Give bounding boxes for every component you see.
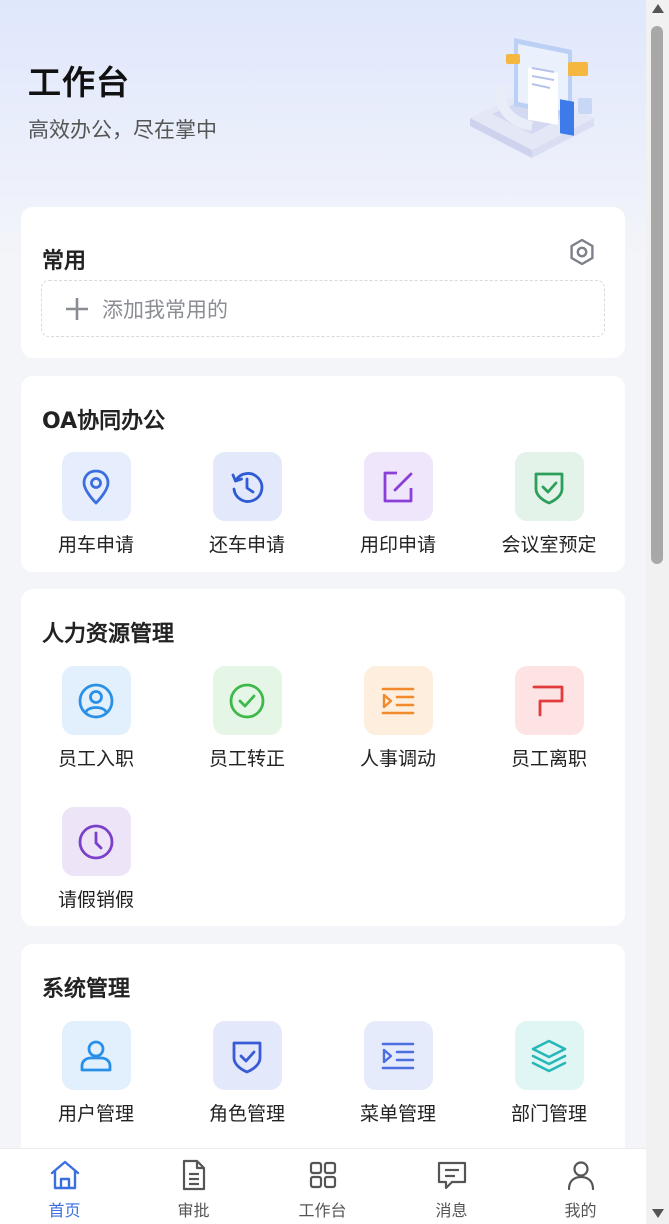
header: 工作台 高效办公，尽在掌中	[0, 0, 646, 200]
system-section-card: 系统管理 用户管理 角色管理 菜单管理 部门管理	[21, 944, 625, 1164]
tab-messages[interactable]: 消息	[387, 1149, 516, 1224]
app-item-regularization[interactable]: 员工转正	[172, 666, 322, 771]
app-tile	[363, 452, 433, 521]
tab-approval[interactable]: 审批	[129, 1149, 258, 1224]
edit-icon	[383, 471, 413, 502]
scrollbar[interactable]	[646, 0, 669, 1224]
scroll-down-arrow-icon[interactable]	[652, 1209, 664, 1218]
tab-label: 消息	[435, 1201, 468, 1220]
indent-icon	[381, 687, 415, 714]
app-label: 会议室预定	[501, 534, 597, 556]
plus-icon	[66, 297, 88, 320]
tab-label: 审批	[177, 1201, 210, 1220]
app-tile	[61, 1021, 131, 1090]
shield-check-icon	[534, 472, 564, 504]
app-label: 部门管理	[510, 1103, 587, 1125]
scrollbar-thumb[interactable]	[651, 26, 663, 564]
app-item-leave[interactable]: 请假销假	[21, 807, 171, 912]
user-circle-icon	[78, 683, 114, 718]
home-icon	[50, 1160, 79, 1190]
app-label: 请假销假	[57, 889, 134, 911]
section-title: OA协同办公	[42, 409, 166, 434]
person-icon	[567, 1161, 594, 1191]
app-item-meeting-room[interactable]: 会议室预定	[474, 452, 624, 557]
app-label: 人事调动	[359, 748, 436, 770]
app-label: 角色管理	[208, 1103, 285, 1125]
check-circle-icon	[229, 683, 265, 718]
app-label: 菜单管理	[359, 1103, 436, 1125]
app-item-role-management[interactable]: 角色管理	[172, 1021, 322, 1126]
app-item-menu-management[interactable]: 菜单管理	[323, 1021, 473, 1126]
scroll-up-arrow-icon[interactable]	[652, 4, 664, 13]
app-tile	[363, 666, 433, 735]
app-item-resignation[interactable]: 员工离职	[474, 666, 624, 771]
app-tile	[61, 666, 131, 735]
user-icon	[80, 1040, 112, 1071]
exit-icon	[532, 685, 564, 716]
app-item-seal-request[interactable]: 用印申请	[323, 452, 473, 557]
app-tile	[61, 452, 131, 521]
favorites-title: 常用	[42, 249, 87, 274]
app-item-car-return[interactable]: 还车申请	[172, 452, 322, 557]
section-title: 人力资源管理	[42, 622, 175, 647]
layers-icon	[531, 1039, 567, 1072]
add-favorite-label: 添加我常用的	[102, 297, 228, 322]
bottom-tab-bar: 首页 审批 工作台 消息 我的	[0, 1148, 646, 1224]
clock-icon	[78, 824, 114, 859]
tab-label: 我的	[564, 1201, 597, 1220]
indent-icon	[381, 1042, 415, 1069]
app-label: 用车申请	[57, 534, 134, 556]
app-label: 员工转正	[208, 748, 285, 770]
app-label: 员工离职	[510, 748, 587, 770]
settings-icon[interactable]	[567, 237, 597, 267]
message-icon	[437, 1161, 466, 1190]
app-label: 用户管理	[57, 1103, 134, 1125]
tab-workbench[interactable]: 工作台	[258, 1149, 387, 1224]
app-tile	[514, 666, 584, 735]
laptop-illustration-icon	[470, 38, 594, 158]
app-label: 还车申请	[208, 534, 285, 556]
hr-section-card: 人力资源管理 员工入职 员工转正 人事调动 员工离职 请假销假	[21, 589, 625, 926]
app-tile	[212, 666, 282, 735]
section-title: 系统管理	[42, 977, 131, 1002]
app-tile	[212, 452, 282, 521]
app-tile	[212, 1021, 282, 1090]
add-favorite-button[interactable]: 添加我常用的	[41, 280, 605, 337]
page: 工作台 高效办公，尽在掌中 常用 添加我常用的 OA协同办公 用车申请 还车申请…	[0, 0, 646, 1224]
app-tile	[514, 1021, 584, 1090]
app-item-transfer[interactable]: 人事调动	[323, 666, 473, 771]
page-subtitle: 高效办公，尽在掌中	[28, 118, 217, 142]
favorites-card: 常用 添加我常用的	[21, 207, 625, 358]
tab-home[interactable]: 首页	[0, 1149, 129, 1224]
tab-label: 首页	[48, 1201, 81, 1220]
app-item-onboarding[interactable]: 员工入职	[21, 666, 171, 771]
app-item-car-request[interactable]: 用车申请	[21, 452, 171, 557]
oa-section-card: OA协同办公 用车申请 还车申请 用印申请 会议室预定	[21, 376, 625, 572]
tab-profile[interactable]: 我的	[516, 1149, 645, 1224]
app-tile	[61, 807, 131, 876]
page-title: 工作台	[28, 63, 130, 102]
grid-icon	[309, 1161, 336, 1189]
document-icon	[182, 1159, 205, 1191]
app-tile	[514, 452, 584, 521]
app-tile	[363, 1021, 433, 1090]
app-label: 用印申请	[359, 534, 436, 556]
app-label: 员工入职	[57, 748, 134, 770]
history-icon	[231, 471, 264, 503]
location-pin-icon	[82, 469, 110, 504]
shield-check-icon	[232, 1041, 262, 1073]
tab-label: 工作台	[298, 1201, 347, 1220]
app-item-department-management[interactable]: 部门管理	[474, 1021, 624, 1126]
app-item-user-management[interactable]: 用户管理	[21, 1021, 171, 1126]
